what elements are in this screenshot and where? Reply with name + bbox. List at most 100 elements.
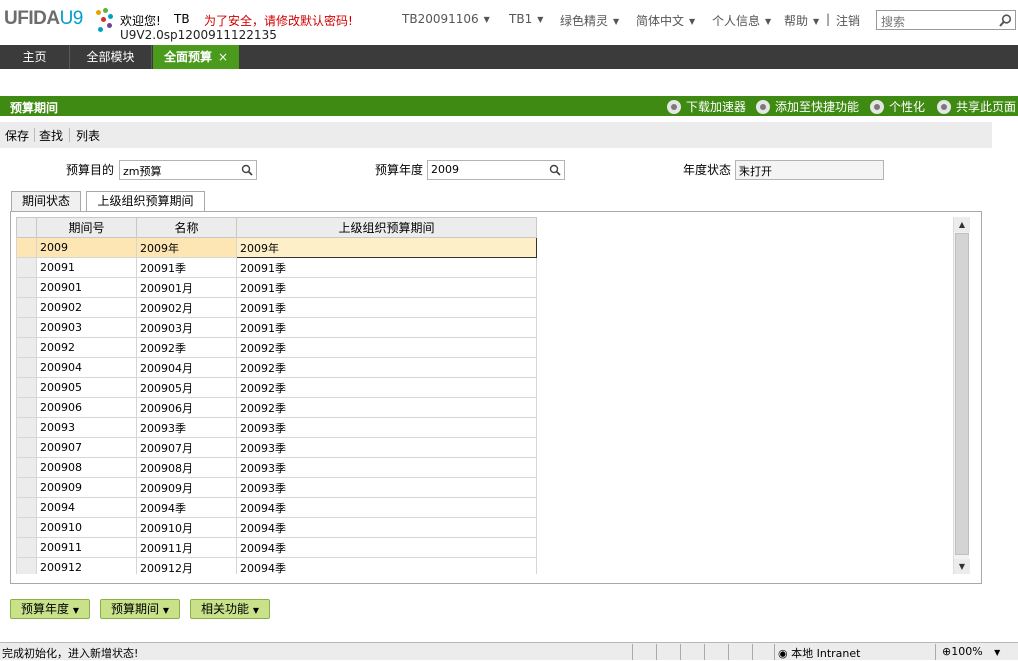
find-button[interactable]: 查找 bbox=[39, 127, 63, 144]
row-header[interactable] bbox=[16, 437, 37, 458]
tab-period-status[interactable]: 期间状态 bbox=[11, 191, 81, 212]
security-warning[interactable]: 为了安全，请修改默认密码! bbox=[204, 12, 353, 29]
table-cell[interactable]: 200902 bbox=[36, 297, 137, 318]
table-row[interactable]: 20094 20094季 20094季 bbox=[16, 497, 537, 518]
table-cell[interactable]: 20091季 bbox=[236, 317, 537, 338]
table-cell[interactable]: 200910 bbox=[36, 517, 137, 538]
table-cell[interactable]: 200901 bbox=[36, 277, 137, 298]
table-row[interactable]: 200911 200911月 20094季 bbox=[16, 537, 537, 558]
table-cell[interactable]: 200908 bbox=[36, 457, 137, 478]
table-cell[interactable]: 200907 bbox=[36, 437, 137, 458]
tab-all-modules[interactable]: 全部模块 bbox=[70, 45, 152, 69]
table-cell[interactable]: 200907月 bbox=[136, 437, 237, 458]
budget-year-field[interactable]: 2009 bbox=[427, 160, 565, 180]
lookup-icon[interactable] bbox=[549, 164, 561, 176]
row-header[interactable] bbox=[16, 357, 37, 378]
row-header[interactable] bbox=[16, 477, 37, 498]
table-cell[interactable]: 2009 bbox=[36, 237, 137, 258]
personalize-button[interactable]: 个性化 bbox=[870, 98, 925, 115]
row-header[interactable] bbox=[16, 377, 37, 398]
table-cell[interactable]: 20094季 bbox=[236, 537, 537, 558]
table-row[interactable]: 200903 200903月 20091季 bbox=[16, 317, 537, 338]
table-cell[interactable]: 200911月 bbox=[136, 537, 237, 558]
table-cell[interactable]: 20092 bbox=[36, 337, 137, 358]
table-cell[interactable]: 20094季 bbox=[236, 497, 537, 518]
table-cell[interactable]: 200904月 bbox=[136, 357, 237, 378]
column-header-period-no[interactable]: 期间号 bbox=[36, 217, 137, 238]
grid-vertical-scrollbar[interactable]: ▲ ▼ bbox=[953, 217, 970, 574]
table-row[interactable]: 200910 200910月 20094季 bbox=[16, 517, 537, 538]
table-cell[interactable]: 200909 bbox=[36, 477, 137, 498]
share-page-button[interactable]: 共享此页面 bbox=[937, 98, 1016, 115]
tab-parent-org-period[interactable]: 上级组织预算期间 bbox=[86, 191, 205, 213]
row-header[interactable] bbox=[16, 537, 37, 558]
related-functions-menu-button[interactable]: 相关功能 ▼ bbox=[190, 599, 270, 619]
table-cell[interactable]: 20093季 bbox=[236, 437, 537, 458]
row-header[interactable] bbox=[16, 337, 37, 358]
table-cell[interactable]: 200906月 bbox=[136, 397, 237, 418]
table-row[interactable]: 200912 200912月 20094季 bbox=[16, 557, 537, 574]
budget-period-menu-button[interactable]: 预算期间 ▼ bbox=[100, 599, 180, 619]
nav-personal-info[interactable]: 个人信息 ▼ bbox=[712, 12, 771, 29]
table-cell[interactable]: 20094季 bbox=[136, 497, 237, 518]
lookup-icon[interactable] bbox=[241, 164, 253, 176]
table-cell[interactable]: 20094 bbox=[36, 497, 137, 518]
scrollbar-thumb[interactable] bbox=[955, 233, 969, 555]
table-cell[interactable]: 20092季 bbox=[136, 337, 237, 358]
table-cell[interactable]: 200911 bbox=[36, 537, 137, 558]
table-row[interactable]: 200901 200901月 20091季 bbox=[16, 277, 537, 298]
table-cell[interactable]: 200903月 bbox=[136, 317, 237, 338]
table-cell[interactable]: 20091季 bbox=[236, 257, 537, 278]
tab-home[interactable]: 主页 bbox=[0, 45, 70, 69]
table-cell[interactable]: 20092季 bbox=[236, 397, 537, 418]
table-cell[interactable]: 20093季 bbox=[236, 417, 537, 438]
zoom-level[interactable]: ⊕100% ▼ bbox=[942, 645, 1000, 658]
nav-theme[interactable]: 绿色精灵 ▼ bbox=[560, 12, 619, 29]
table-cell[interactable]: 20092季 bbox=[236, 357, 537, 378]
nav-help[interactable]: 帮助 ▼ bbox=[784, 12, 819, 29]
add-shortcut-button[interactable]: 添加至快捷功能 bbox=[756, 98, 859, 115]
table-cell[interactable]: 200912 bbox=[36, 557, 137, 574]
budget-year-menu-button[interactable]: 预算年度 ▼ bbox=[10, 599, 90, 619]
column-header-parent-period[interactable]: 上级组织预算期间 bbox=[236, 217, 537, 238]
search-input[interactable]: 搜索 bbox=[876, 10, 1016, 30]
nav-logout[interactable]: 注销 bbox=[836, 12, 860, 29]
row-header[interactable] bbox=[16, 237, 37, 258]
table-cell[interactable]: 20094季 bbox=[236, 517, 537, 538]
row-header[interactable] bbox=[16, 557, 37, 574]
download-accelerator-button[interactable]: 下载加速器 bbox=[667, 98, 746, 115]
table-cell[interactable]: 200903 bbox=[36, 317, 137, 338]
table-cell[interactable]: 200901月 bbox=[136, 277, 237, 298]
table-cell[interactable]: 200904 bbox=[36, 357, 137, 378]
table-row[interactable]: 20093 20093季 20093季 bbox=[16, 417, 537, 438]
table-row[interactable]: 2009 2009年 2009年 bbox=[16, 237, 537, 258]
scroll-down-icon[interactable]: ▼ bbox=[954, 559, 970, 574]
list-button[interactable]: 列表 bbox=[76, 127, 100, 144]
table-cell[interactable]: 20093 bbox=[36, 417, 137, 438]
table-row[interactable]: 200902 200902月 20091季 bbox=[16, 297, 537, 318]
table-row[interactable]: 200909 200909月 20093季 bbox=[16, 477, 537, 498]
table-cell[interactable]: 20093季 bbox=[236, 457, 537, 478]
nav-tb1[interactable]: TB1 ▼ bbox=[509, 12, 543, 26]
tab-budget[interactable]: 全面预算 × bbox=[153, 45, 239, 69]
table-cell[interactable]: 20091 bbox=[36, 257, 137, 278]
table-row[interactable]: 200908 200908月 20093季 bbox=[16, 457, 537, 478]
row-header[interactable] bbox=[16, 257, 37, 278]
table-cell[interactable]: 200912月 bbox=[136, 557, 237, 574]
scroll-up-icon[interactable]: ▲ bbox=[954, 217, 970, 232]
table-cell[interactable]: 2009年 bbox=[136, 237, 237, 258]
table-row[interactable]: 200906 200906月 20092季 bbox=[16, 397, 537, 418]
table-row[interactable]: 200907 200907月 20093季 bbox=[16, 437, 537, 458]
table-cell[interactable]: 200902月 bbox=[136, 297, 237, 318]
table-cell[interactable]: 20093季 bbox=[136, 417, 237, 438]
budget-purpose-field[interactable]: zm预算 bbox=[119, 160, 257, 180]
table-cell[interactable]: 20093季 bbox=[236, 477, 537, 498]
table-row[interactable]: 20092 20092季 20092季 bbox=[16, 337, 537, 358]
table-cell[interactable]: 20092季 bbox=[236, 337, 537, 358]
table-cell[interactable]: 20094季 bbox=[236, 557, 537, 574]
row-header[interactable] bbox=[16, 517, 37, 538]
table-cell[interactable]: 200909月 bbox=[136, 477, 237, 498]
table-cell[interactable]: 20091季 bbox=[136, 257, 237, 278]
close-icon[interactable]: × bbox=[218, 50, 228, 64]
row-header[interactable] bbox=[16, 457, 37, 478]
